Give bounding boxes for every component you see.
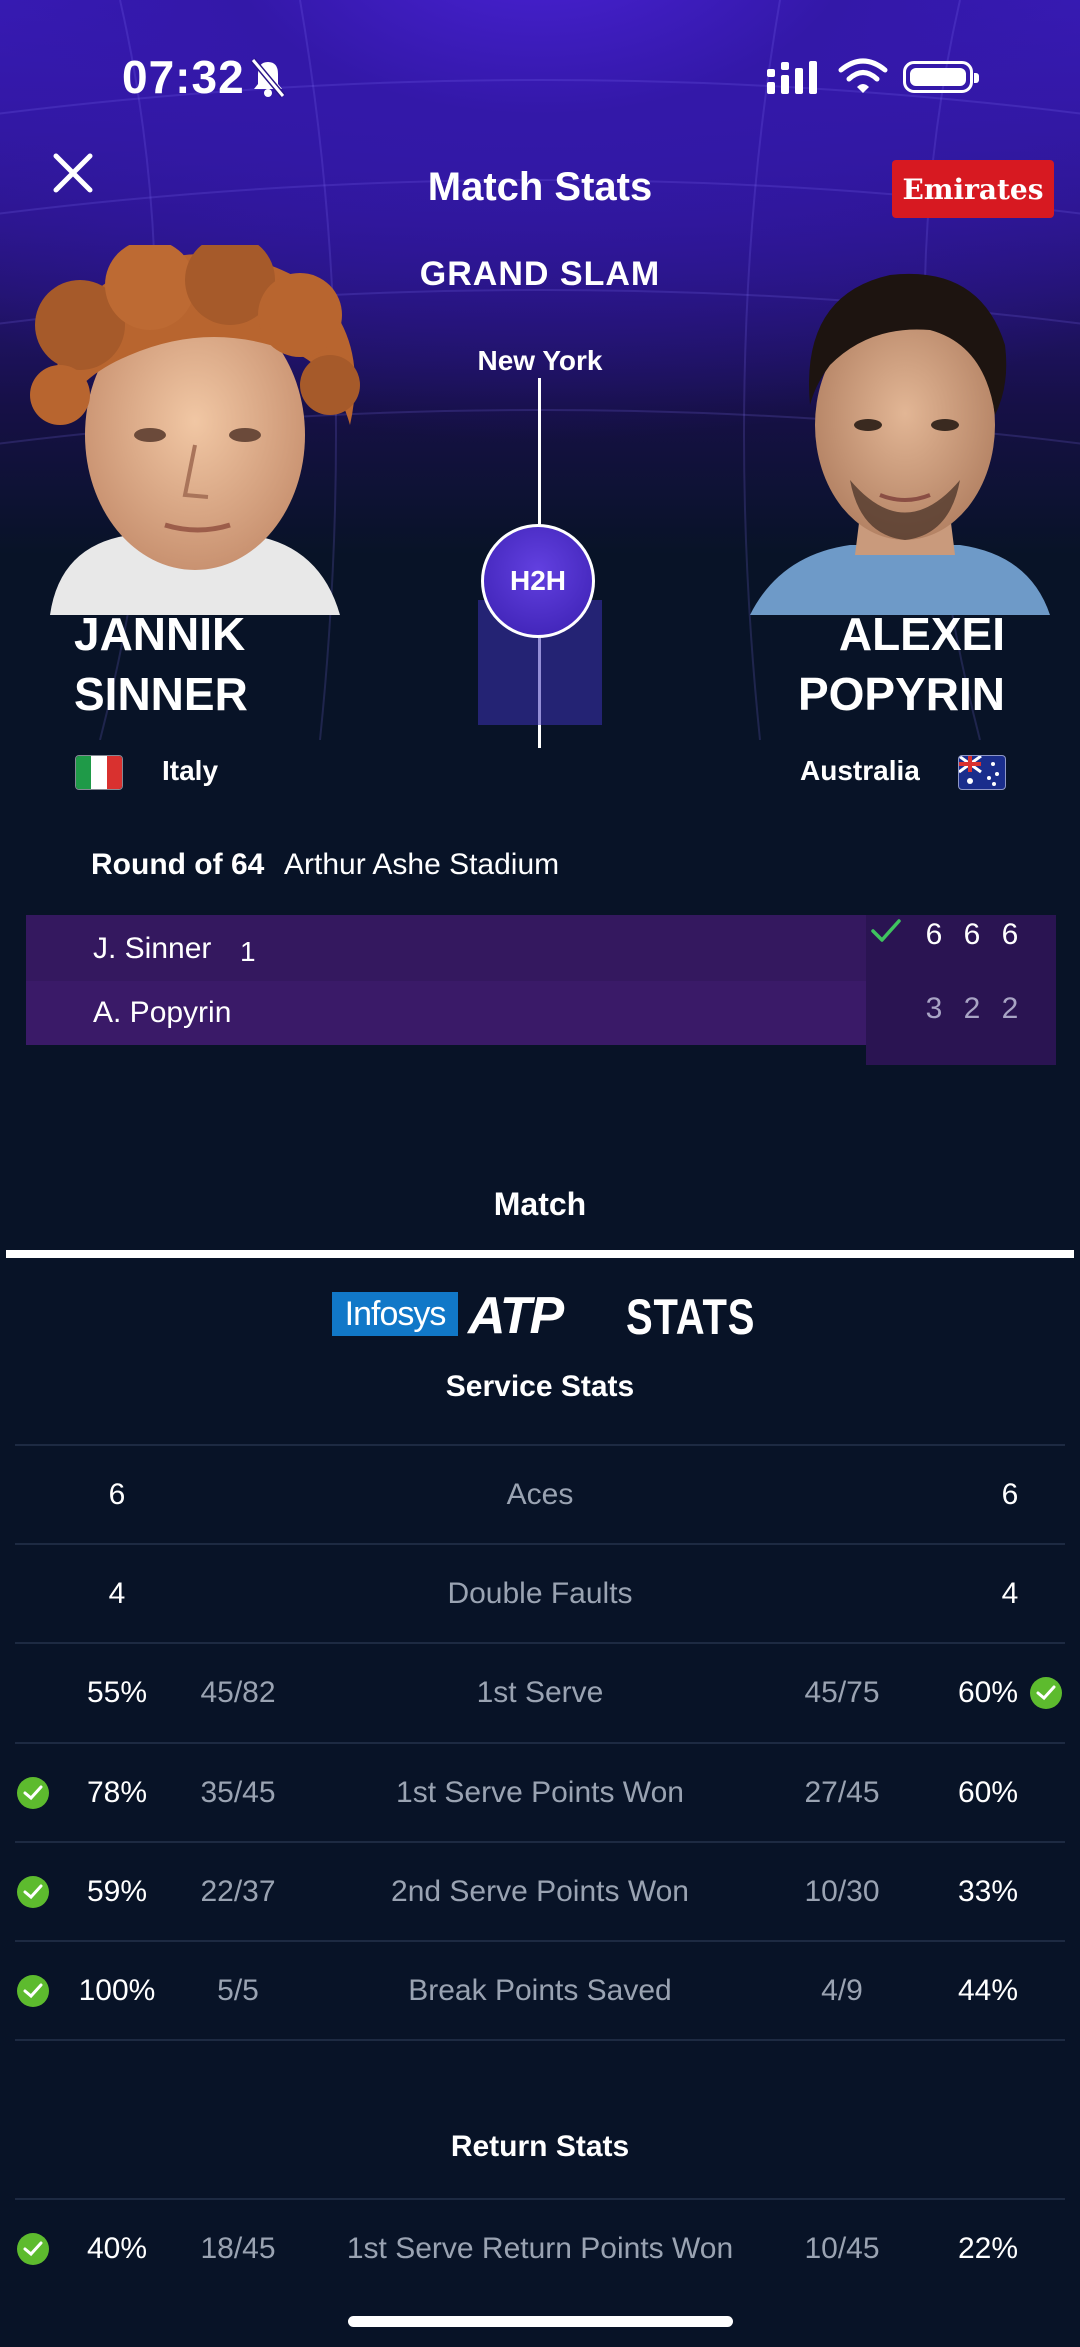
score-player1-name: J. Sinner [93,932,212,965]
italy-flag-icon [75,755,123,790]
leader-check-icon [17,2233,49,2265]
stat-label: 2nd Serve Points Won [391,1875,689,1908]
score-player1-set1: 6 [925,918,943,951]
infosys-logo: Infosys [332,1292,458,1336]
divider [15,2039,1065,2041]
stat-label: 1st Serve Return Points Won [346,2232,734,2265]
stat-right-ratio: 10/30 [804,1875,880,1908]
leader-check-icon [17,1975,49,2007]
atp-logo: ATP [468,1287,564,1345]
stat-right-value: 4 [1001,1577,1019,1610]
bell-muted-icon [250,58,286,98]
score-player2-set3: 2 [1001,992,1019,1025]
score-player2-name: A. Popyrin [93,996,232,1029]
score-player1-seed: 1 [240,936,256,967]
stat-left-pct: 59% [86,1875,148,1908]
stats-wordmark: STATS [626,1289,756,1345]
stat-right-pct: 60% [957,1676,1019,1709]
tab-match[interactable]: Match [0,1186,1080,1223]
battery-icon [903,61,979,93]
stat-row-double-faults: 4 Double Faults 4 [0,1545,1080,1643]
tab-underline [6,1250,1074,1258]
h2h-button[interactable]: H2H [481,524,595,638]
stat-left-value: 4 [108,1577,126,1610]
player1-country: Italy [162,755,219,786]
match-venue: Arthur Ashe Stadium [284,848,560,881]
stat-label: 1st Serve Points Won [396,1776,684,1809]
tournament-name: GRAND SLAM [419,255,661,293]
player1-name[interactable]: JANNIK SINNER [74,604,248,724]
player2-country: Australia [800,755,920,786]
stat-row-break-points-saved: 100% 5/5 Break Points Saved 4/9 44% [0,1942,1080,2040]
service-stats-heading: Service Stats [445,1370,635,1403]
winner-check-icon [871,919,901,942]
stat-right-ratio: 10/45 [804,2232,880,2265]
stat-label: Break Points Saved [408,1974,672,2007]
stat-label: Aces [506,1478,574,1511]
stat-label: 1st Serve [476,1676,604,1709]
stat-row-1st-serve-points-won: 78% 35/45 1st Serve Points Won 27/45 60% [0,1744,1080,1842]
player1-last-name: SINNER [74,668,248,720]
stat-right-pct: 60% [957,1776,1019,1809]
stat-right-value: 6 [1001,1478,1019,1511]
cellular-signal-icon [767,61,817,94]
australia-flag-icon [958,755,1006,790]
stat-right-ratio: 4/9 [821,1974,863,2007]
score-player1-set3: 6 [1001,918,1019,951]
stat-left-pct: 55% [86,1676,148,1709]
stat-left-pct: 78% [86,1776,148,1809]
stat-right-ratio: 27/45 [804,1776,880,1809]
stat-row-1st-serve: 55% 45/82 1st Serve 45/75 60% [0,1644,1080,1742]
score-player2-set2: 2 [963,992,981,1025]
stat-label: Double Faults [447,1577,633,1610]
player1-first-name: JANNIK [74,608,246,660]
home-indicator[interactable] [348,2316,733,2327]
leader-check-icon [1030,1677,1062,1709]
status-time: 07:32 [122,51,245,103]
stat-right-pct: 44% [957,1974,1019,2007]
player2-first-name: ALEXEI [838,608,1005,660]
stat-right-ratio: 45/75 [804,1676,880,1709]
stat-left-pct: 40% [86,2232,148,2265]
stat-right-pct: 33% [957,1875,1019,1908]
player1-photo [30,245,360,615]
stat-row-aces: 6 Aces 6 [0,1446,1080,1544]
tournament-city: New York [477,345,603,376]
match-round: Round of 64 [91,848,265,881]
leader-check-icon [17,1876,49,1908]
stat-row-1st-serve-return-points-won: 40% 18/45 1st Serve Return Points Won 10… [0,2200,1080,2298]
stat-row-2nd-serve-points-won: 59% 22/37 2nd Serve Points Won 10/30 33% [0,1843,1080,1941]
wifi-icon [838,58,888,93]
stat-left-value: 6 [108,1478,126,1511]
player2-name[interactable]: ALEXEI POPYRIN [798,604,1005,724]
score-player2-set1: 3 [925,992,943,1025]
stat-left-pct: 100% [78,1974,156,2007]
leader-check-icon [17,1777,49,1809]
player2-photo [750,273,1050,615]
sponsor-logo[interactable]: Emirates [892,160,1054,218]
player2-last-name: POPYRIN [797,668,1005,720]
stat-right-pct: 22% [957,2232,1019,2265]
return-stats-heading: Return Stats [450,2130,630,2163]
score-player1-set2: 6 [963,918,981,951]
